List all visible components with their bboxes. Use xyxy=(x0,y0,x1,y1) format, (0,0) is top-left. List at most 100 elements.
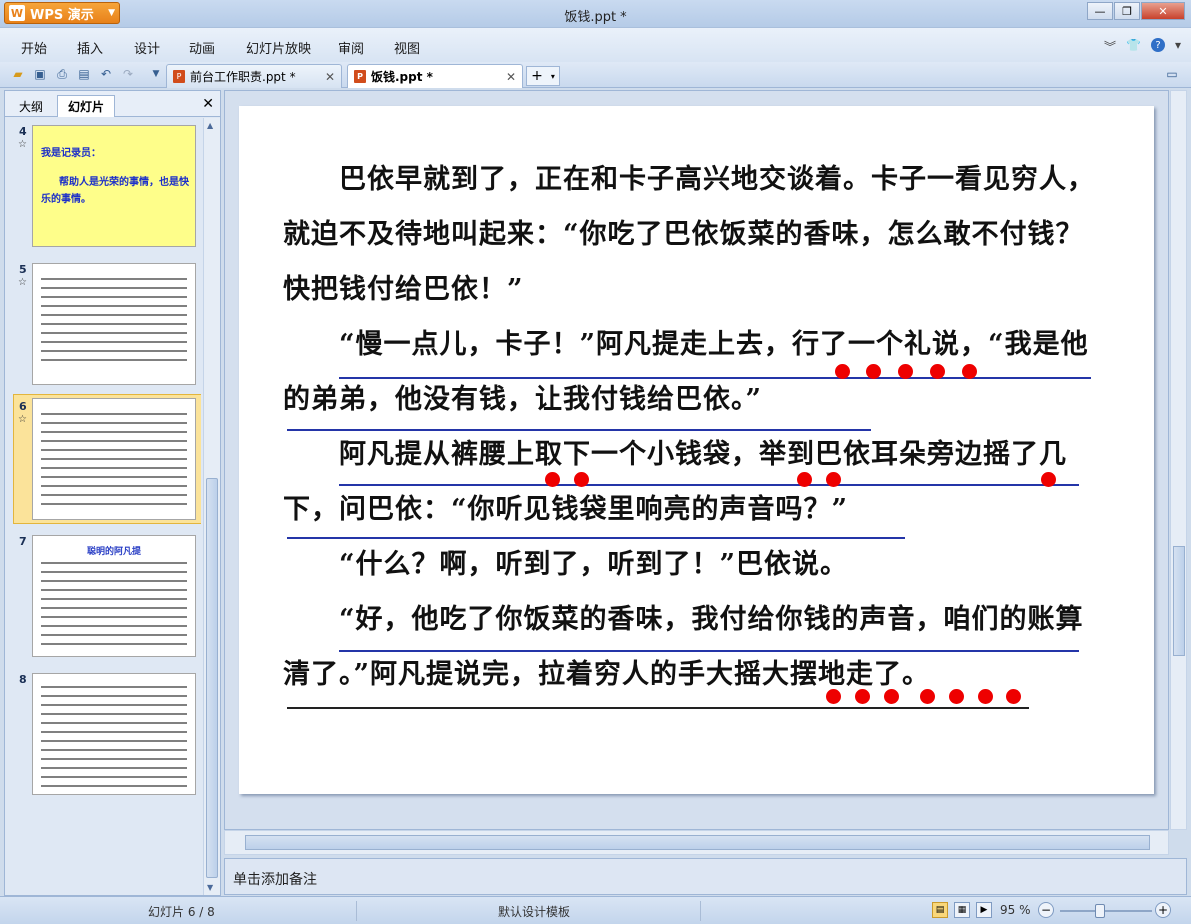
editor-vertical-scrollbar[interactable] xyxy=(1170,90,1187,830)
slide-thumbnail-5[interactable] xyxy=(32,263,196,385)
emphasis-dot xyxy=(866,364,881,379)
menu-slideshow[interactable]: 幻灯片放映 xyxy=(246,38,311,57)
slide-thumbnail-7[interactable]: 聪明的阿凡提 xyxy=(32,535,196,657)
normal-view-icon[interactable]: ▤ xyxy=(932,902,948,918)
menu-review[interactable]: 审阅 xyxy=(338,38,364,57)
chevron-down-icon: ▾ xyxy=(550,71,555,81)
menu-design[interactable]: 设计 xyxy=(134,38,160,57)
emphasis-dot xyxy=(962,364,977,379)
underline-annotation xyxy=(287,537,905,539)
new-tab-button[interactable]: + ▾ xyxy=(526,66,560,86)
redo-icon[interactable]: ↷ xyxy=(120,66,136,82)
scrollbar-thumb[interactable] xyxy=(1173,546,1185,656)
emphasis-dot xyxy=(930,364,945,379)
emphasis-dot xyxy=(545,472,560,487)
doc-tab-front-desk[interactable]: P 前台工作职责.ppt * ✕ xyxy=(166,64,342,88)
window-controls: — ❐ ✕ xyxy=(1086,2,1185,20)
zoom-slider[interactable] xyxy=(1060,910,1152,912)
slide-number: 6 xyxy=(19,400,27,413)
panel-scrollbar[interactable]: ▲ ▼ xyxy=(203,118,220,895)
notes-pane[interactable]: 单击添加备注 xyxy=(224,858,1187,895)
window-title: 饭钱.ppt * xyxy=(564,10,627,25)
tab-list-icon[interactable]: ▭ xyxy=(1164,66,1180,82)
zoom-slider-handle[interactable] xyxy=(1095,904,1105,918)
tab-outline[interactable]: 大纲 xyxy=(9,95,53,117)
slideshow-icon[interactable]: ▶ xyxy=(976,902,992,918)
emphasis-dot xyxy=(884,689,899,704)
slide-thumbnail-6[interactable] xyxy=(32,398,196,520)
slide-thumbnail-8[interactable] xyxy=(32,673,196,795)
close-panel-icon[interactable]: ✕ xyxy=(202,96,214,112)
slide-paragraph[interactable]: “什么？啊，听到了，听到了！”巴依说。 xyxy=(283,537,1103,592)
thumb-text-lines xyxy=(41,413,187,512)
zoom-out-icon[interactable]: − xyxy=(1038,902,1054,918)
tab-slides[interactable]: 幻灯片 xyxy=(57,95,116,117)
emphasis-dot xyxy=(835,364,850,379)
scrollbar-thumb[interactable] xyxy=(206,478,218,878)
scroll-down-icon[interactable]: ▼ xyxy=(207,883,213,892)
menu-home[interactable]: 开始 xyxy=(21,38,47,57)
scroll-up-icon[interactable]: ▲ xyxy=(207,121,213,130)
slide-thumbnail-list: 4 ☆ 我是记录员： 帮助人是光荣的事情，也是快乐的事情。 5 ☆ 6 ☆ 7 … xyxy=(5,118,201,895)
open-folder-icon[interactable]: ▰ xyxy=(10,66,26,82)
divider xyxy=(700,901,701,921)
help-icon[interactable]: ? xyxy=(1150,38,1165,52)
scrollbar-thumb[interactable] xyxy=(245,835,1150,850)
slide-thumbnail-4[interactable]: 我是记录员： 帮助人是光荣的事情，也是快乐的事情。 xyxy=(32,125,196,247)
emphasis-dot xyxy=(949,689,964,704)
slide-paragraph[interactable]: “好，他吃了你饭菜的香味，我付给你钱的声音，咱们的账算清了。”阿凡提说完，拉着穷… xyxy=(283,592,1103,702)
editor-horizontal-scrollbar[interactable] xyxy=(224,830,1169,855)
slide-sorter-icon[interactable]: ▦ xyxy=(954,902,970,918)
close-tab-icon[interactable]: ✕ xyxy=(506,70,516,84)
close-tab-icon[interactable]: ✕ xyxy=(325,70,335,84)
emphasis-dot xyxy=(920,689,935,704)
menu-bar: 开始 插入 设计 动画 幻灯片放映 审阅 视图 ︾ 👕 ? ▾ xyxy=(0,28,1191,62)
underline-annotation xyxy=(287,707,1029,709)
slide-number: 5 xyxy=(19,263,27,276)
menu-animation[interactable]: 动画 xyxy=(189,38,215,57)
save-icon[interactable]: ▣ xyxy=(32,66,48,82)
doc-tab-label: 前台工作职责.ppt * xyxy=(190,70,296,84)
emphasis-dot xyxy=(1006,689,1021,704)
maximize-button[interactable]: ❐ xyxy=(1114,2,1140,20)
notes-placeholder: 单击添加备注 xyxy=(233,872,317,888)
thumb-text-lines xyxy=(41,686,187,794)
slide-number: 7 xyxy=(19,535,27,548)
doc-tab-label: 饭钱.ppt * xyxy=(371,70,433,84)
thumb-text-lines xyxy=(41,278,187,368)
print-preview-icon[interactable]: ▤ xyxy=(76,66,92,82)
emphasis-dot xyxy=(855,689,870,704)
minimize-button[interactable]: — xyxy=(1087,2,1113,20)
customize-toolbar-icon[interactable]: ▼ xyxy=(148,66,164,82)
print-icon[interactable]: ⎙ xyxy=(54,66,70,82)
undo-icon[interactable]: ↶ xyxy=(98,66,114,82)
plus-icon: + xyxy=(531,68,543,84)
thumb-title: 聪明的阿凡提 xyxy=(86,547,141,557)
panel-tabs: 大纲 幻灯片 ✕ xyxy=(5,91,220,117)
slide-paragraph[interactable]: 巴依早就到了，正在和卡子高兴地交谈着。卡子一看见穷人，就迫不及待地叫起来：“你吃… xyxy=(283,152,1103,317)
quick-access-toolbar: ▰ ▣ ⎙ ▤ ↶ ↷ ▼ P 前台工作职责.ppt * ✕ P 饭钱.ppt … xyxy=(0,62,1191,88)
template-name: 默认设计模板 xyxy=(498,905,571,919)
zoom-in-icon[interactable]: + xyxy=(1155,902,1171,918)
zoom-level: 95 % xyxy=(1000,903,1031,917)
doc-tab-fanqian[interactable]: P 饭钱.ppt * ✕ xyxy=(347,64,523,88)
slide-canvas[interactable]: 巴依早就到了，正在和卡子高兴地交谈着。卡子一看见穷人，就迫不及待地叫起来：“你吃… xyxy=(239,106,1154,794)
slide-paragraph[interactable]: “慢一点儿，卡子！”阿凡提走上去，行了一个礼说，“我是他的弟弟，他没有钱，让我付… xyxy=(283,317,1103,427)
divider xyxy=(356,901,357,921)
emphasis-dot xyxy=(898,364,913,379)
status-bar: 幻灯片 6 / 8 默认设计模板 ▤ ▦ ▶ 95 % − + xyxy=(0,896,1191,924)
slide-paragraph[interactable]: 阿凡提从裤腰上取下一个小钱袋，举到巴依耳朵旁边摇了几下，问巴依：“你听见钱袋里响… xyxy=(283,427,1103,537)
animation-star-icon: ☆ xyxy=(18,414,27,425)
skin-icon[interactable]: 👕 xyxy=(1126,38,1141,55)
collapse-ribbon-icon[interactable]: ︾ xyxy=(1104,38,1116,55)
title-bar: W WPS 演示 ▼ 饭钱.ppt * — ❐ ✕ xyxy=(0,0,1191,28)
slides-panel: 大纲 幻灯片 ✕ 4 ☆ 我是记录员： 帮助人是光荣的事情，也是快乐的事情。 5… xyxy=(4,90,221,896)
underline-annotation xyxy=(339,650,1079,652)
menu-insert[interactable]: 插入 xyxy=(77,38,103,57)
close-button[interactable]: ✕ xyxy=(1141,2,1185,20)
emphasis-dot xyxy=(826,689,841,704)
menu-view[interactable]: 视图 xyxy=(394,38,420,57)
emphasis-dot xyxy=(1041,472,1056,487)
slide-number: 4 xyxy=(19,125,27,138)
chevron-down-icon[interactable]: ▾ xyxy=(1175,38,1181,55)
